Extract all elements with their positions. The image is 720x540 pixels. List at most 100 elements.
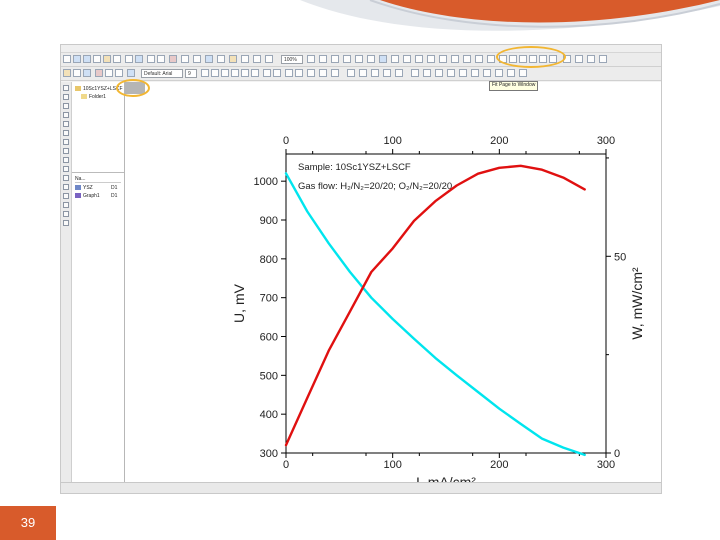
pattern-icon[interactable] — [331, 69, 339, 77]
arrow-icon[interactable] — [411, 69, 419, 77]
zoom-in-icon[interactable] — [319, 55, 327, 63]
arrange-icon[interactable] — [587, 55, 595, 63]
screen-reader-icon[interactable] — [63, 121, 69, 127]
print-icon[interactable] — [147, 55, 155, 63]
text-tool-icon[interactable] — [63, 166, 69, 172]
data-reader-icon[interactable] — [63, 130, 69, 136]
font-color-icon[interactable] — [307, 69, 315, 77]
subscript-icon[interactable] — [241, 69, 249, 77]
batch-icon[interactable] — [427, 55, 435, 63]
rect-icon[interactable] — [423, 69, 431, 77]
rect-tool-icon[interactable] — [63, 202, 69, 208]
region-tool-icon[interactable] — [63, 211, 69, 217]
circle-icon[interactable] — [435, 69, 443, 77]
help-icon[interactable] — [599, 55, 607, 63]
code-builder-icon[interactable] — [193, 55, 201, 63]
arrow-tool-icon[interactable] — [63, 175, 69, 181]
greek-icon[interactable] — [251, 69, 259, 77]
duplicate-icon[interactable] — [181, 55, 189, 63]
3d-plot-icon[interactable] — [127, 69, 135, 77]
scale-icon[interactable] — [475, 55, 483, 63]
whole-page-icon[interactable] — [343, 55, 351, 63]
new-graph-icon[interactable] — [83, 55, 91, 63]
copy-page-icon[interactable] — [157, 55, 165, 63]
back-icon[interactable] — [495, 69, 503, 77]
freehand-tool-icon[interactable] — [63, 220, 69, 226]
graph-template-icon[interactable] — [73, 69, 81, 77]
chart[interactable]: 0010010020020030030030040050060070080090… — [125, 82, 661, 490]
line-style-icon[interactable] — [359, 69, 367, 77]
zoom-out-icon[interactable] — [331, 55, 339, 63]
recalc-icon[interactable] — [415, 55, 423, 63]
font-select[interactable]: Default: Arial — [141, 69, 183, 78]
import-icon[interactable] — [125, 55, 133, 63]
new-worksheet-icon[interactable] — [73, 55, 81, 63]
digitizer-icon[interactable] — [439, 55, 447, 63]
add-text-icon[interactable] — [451, 55, 459, 63]
poly-icon[interactable] — [447, 69, 455, 77]
messages-icon[interactable] — [241, 55, 249, 63]
line-width-icon[interactable] — [371, 69, 379, 77]
superscript-icon[interactable] — [231, 69, 239, 77]
line-plot-icon[interactable] — [95, 69, 103, 77]
group-icon[interactable] — [459, 69, 467, 77]
plot-setup-icon[interactable] — [83, 69, 91, 77]
cascade-icon[interactable] — [575, 55, 583, 63]
save-icon[interactable] — [113, 55, 121, 63]
rescale-icon[interactable] — [307, 55, 315, 63]
layer-icon[interactable] — [487, 55, 495, 63]
symbol-size-icon[interactable] — [395, 69, 403, 77]
curved-arrow-icon[interactable] — [63, 184, 69, 190]
underline-icon[interactable] — [221, 69, 229, 77]
refresh-icon[interactable] — [169, 55, 177, 63]
ungroup-icon[interactable] — [471, 69, 479, 77]
scale-in-icon[interactable] — [63, 103, 69, 109]
new-function-icon[interactable] — [391, 55, 399, 63]
command-window-icon[interactable] — [217, 55, 225, 63]
y-axis-label-left: U, mV — [231, 283, 247, 323]
apps-icon[interactable] — [265, 55, 273, 63]
new-layout-icon[interactable] — [367, 55, 375, 63]
decrease-font-icon[interactable] — [273, 69, 281, 77]
symbol-icon[interactable] — [383, 69, 391, 77]
tree-item-folder[interactable]: Folder1 — [81, 94, 106, 100]
front-icon[interactable] — [483, 69, 491, 77]
project-explorer: 10Sc1YSZ+LSCF Folder1 Na... YSZ D1 Graph… — [72, 82, 125, 482]
scale-out-icon[interactable] — [63, 112, 69, 118]
graph-window[interactable]: 0 0 100 100 200 200 300 300 300 400 500 600 700 800 90… — [125, 82, 661, 490]
align-left-icon[interactable] — [507, 69, 515, 77]
add-layer-icon[interactable] — [355, 55, 363, 63]
new-matrix-icon[interactable] — [93, 55, 101, 63]
page-setup-icon[interactable] — [63, 69, 71, 77]
center-align-icon[interactable] — [295, 69, 303, 77]
project-explorer-icon[interactable] — [229, 55, 237, 63]
italic-icon[interactable] — [211, 69, 219, 77]
column-plot-icon[interactable] — [115, 69, 123, 77]
left-align-icon[interactable] — [285, 69, 293, 77]
bold-icon[interactable] — [201, 69, 209, 77]
results-log-icon[interactable] — [205, 55, 213, 63]
open-icon[interactable] — [103, 55, 111, 63]
increase-font-icon[interactable] — [263, 69, 271, 77]
list-item[interactable]: YSZ D1 — [75, 185, 117, 191]
new-project-icon[interactable] — [63, 55, 71, 63]
export-icon[interactable] — [135, 55, 143, 63]
date-time-icon[interactable] — [463, 55, 471, 63]
pointer-icon[interactable] — [63, 85, 69, 91]
draw-data-icon[interactable] — [63, 148, 69, 154]
list-item[interactable]: Graph1 D1 — [75, 193, 117, 199]
line-color-icon[interactable] — [347, 69, 355, 77]
data-selector-icon[interactable] — [63, 139, 69, 145]
align-right-icon[interactable] — [519, 69, 527, 77]
scatter-plot-icon[interactable] — [105, 69, 113, 77]
object-manager-icon[interactable] — [253, 55, 261, 63]
font-size-select[interactable]: 9 — [185, 69, 197, 78]
line-tool-icon[interactable] — [63, 193, 69, 199]
mask-icon[interactable] — [63, 157, 69, 163]
zoom-select[interactable]: 100% — [281, 55, 303, 64]
new-excel-icon[interactable] — [379, 55, 387, 63]
fill-color-icon[interactable] — [319, 69, 327, 77]
new-notes-icon[interactable] — [403, 55, 411, 63]
zoom-tool-icon[interactable] — [63, 94, 69, 100]
list-header-name[interactable]: Na... — [75, 176, 86, 182]
